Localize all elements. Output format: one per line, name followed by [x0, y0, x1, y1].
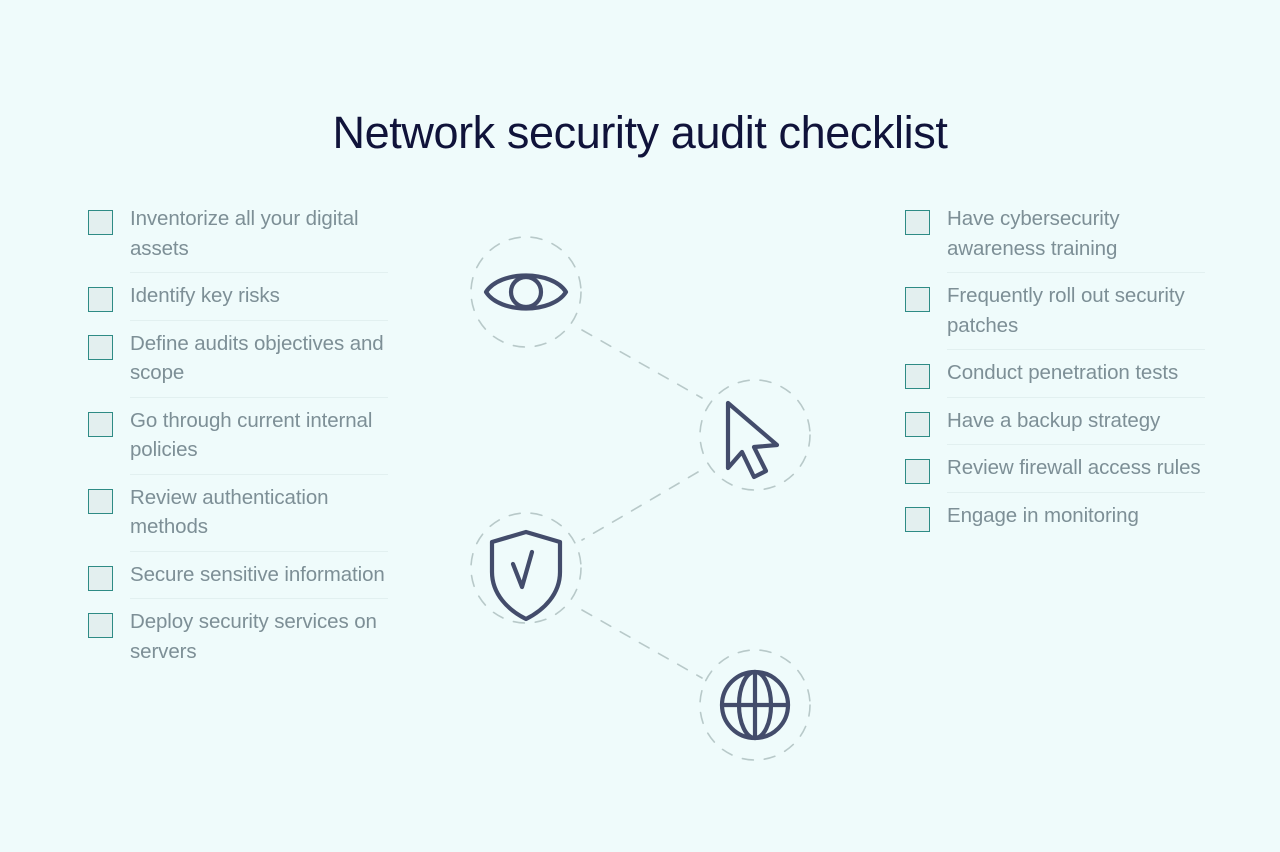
list-item-label: Go through current internal policies [130, 408, 373, 462]
connector-eye-cursor [581, 329, 703, 399]
list-item[interactable]: Review authentication methods [88, 475, 388, 552]
list-item[interactable]: Review firewall access rules [905, 445, 1205, 493]
list-item-label: Secure sensitive information [130, 562, 385, 586]
list-item-label: Frequently roll out security patches [947, 284, 1185, 337]
globe-icon [719, 669, 791, 741]
list-item-label: Engage in monitoring [947, 503, 1139, 527]
list-item-label: Have cybersecurity awareness training [947, 207, 1120, 260]
diagram-node-globe[interactable] [699, 649, 811, 761]
checkbox-icon[interactable] [88, 488, 113, 514]
connector-shield-globe [581, 609, 703, 679]
checkbox-icon[interactable] [88, 613, 113, 638]
checkbox-icon[interactable] [905, 459, 930, 484]
checkbox-icon[interactable] [905, 287, 930, 312]
shield-check-icon [489, 529, 563, 622]
list-item[interactable]: Deploy security services on servers [88, 599, 388, 676]
list-item-label: Inventorize all your digital assets [130, 207, 359, 260]
list-item-label: Conduct penetration tests [947, 361, 1179, 384]
list-item[interactable]: Identify key risks [88, 273, 388, 321]
checklist-right-column: Have cybersecurity awareness training Fr… [905, 196, 1205, 540]
checkbox-icon[interactable] [905, 210, 930, 235]
checkbox-icon[interactable] [905, 364, 930, 389]
connector-cursor-shield [581, 471, 699, 541]
checkbox-icon[interactable] [88, 565, 113, 591]
diagram-node-shield[interactable] [470, 512, 582, 624]
list-item-label: Identify key risks [130, 284, 280, 307]
cursor-icon [725, 400, 780, 480]
checkbox-icon[interactable] [905, 506, 930, 532]
checkbox-icon[interactable] [88, 210, 113, 235]
eye-icon [483, 273, 569, 311]
list-item[interactable]: Have cybersecurity awareness training [905, 196, 1205, 273]
list-item[interactable]: Inventorize all your digital assets [88, 196, 388, 273]
checkbox-icon[interactable] [88, 411, 113, 437]
list-item[interactable]: Engage in monitoring [905, 493, 1205, 541]
list-item-label: Review authentication methods [130, 485, 329, 539]
list-item[interactable]: Go through current internal policies [88, 398, 388, 475]
list-item[interactable]: Frequently roll out security patches [905, 273, 1205, 350]
page-title: Network security audit checklist [332, 107, 948, 159]
checkbox-icon[interactable] [905, 411, 930, 437]
list-item-label: Review firewall access rules [947, 456, 1201, 479]
list-item[interactable]: Define audits objectives and scope [88, 321, 388, 398]
list-item[interactable]: Secure sensitive information [88, 552, 388, 599]
diagram-node-cursor[interactable] [699, 379, 811, 491]
diagram-node-eye[interactable] [470, 236, 582, 348]
checkbox-icon[interactable] [88, 287, 113, 312]
checklist-left-column: Inventorize all your digital assets Iden… [88, 196, 388, 676]
center-diagram [440, 200, 840, 800]
list-item[interactable]: Conduct penetration tests [905, 350, 1205, 398]
list-item-label: Define audits objectives and scope [130, 331, 384, 385]
list-item-label: Have a backup strategy [947, 408, 1161, 432]
list-item[interactable]: Have a backup strategy [905, 398, 1205, 445]
checkbox-icon[interactable] [88, 334, 113, 360]
dashed-circle [699, 379, 811, 491]
infographic-page: Network security audit checklist Invento… [0, 0, 1280, 852]
list-item-label: Deploy security services on servers [130, 610, 377, 663]
